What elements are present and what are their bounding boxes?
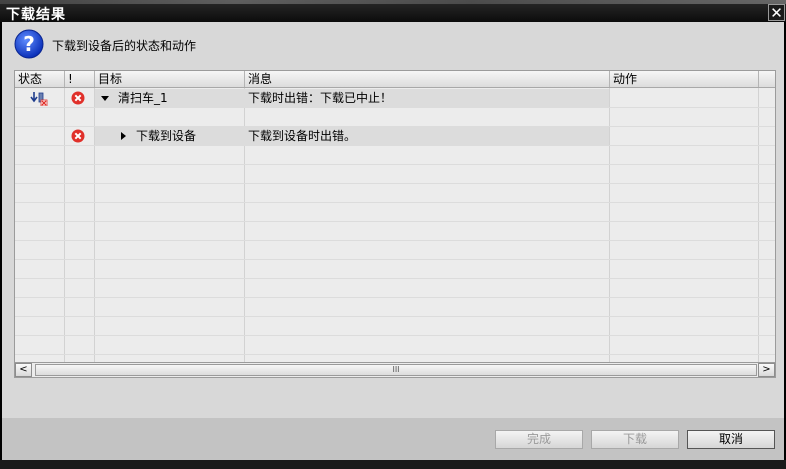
row-message: 下载时出错：下载已中止！ [248,91,393,105]
dialog-footer: 完成 下载 取消 [2,418,784,460]
row-target: 下载到设备 [136,129,197,143]
arrow-left-icon: < [19,364,28,375]
row-divider [15,107,775,108]
row-divider [15,259,775,260]
table-header: 状态 ! 目标 消息 动作 [15,71,775,88]
row-divider [15,240,775,241]
svg-text:?: ? [23,32,35,56]
cancel-button[interactable]: 取消 [687,430,775,449]
column-divider [64,88,65,377]
column-header-action[interactable]: 动作 [610,71,759,87]
window-title: 下载结果 [6,7,66,23]
column-header-severity[interactable]: ! [65,71,95,87]
title-bar-strip [0,0,786,4]
column-header-message[interactable]: 消息 [245,71,610,87]
scroll-left-button[interactable]: < [15,363,32,377]
row-divider [15,335,775,336]
horizontal-scrollbar[interactable]: < III > [14,362,776,378]
scroll-thumb[interactable]: III [35,364,757,376]
row-divider [15,278,775,279]
finish-button[interactable]: 完成 [495,430,583,449]
download-status-icon [30,92,48,106]
download-button[interactable]: 下载 [591,430,679,449]
error-icon [71,91,85,105]
column-divider [609,88,610,377]
question-icon: ? [14,29,44,59]
row-divider [15,202,775,203]
row-divider [15,297,775,298]
error-icon [71,129,85,143]
column-divider [758,88,759,377]
row-divider [15,316,775,317]
row-target: 清扫车_1 [118,91,168,105]
scroll-right-button[interactable]: > [758,363,775,377]
download-result-dialog: ? 下载到设备后的状态和动作 状态 ! 目标 消息 动作 清扫车_1 下载时出错… [2,22,784,460]
row-divider [15,164,775,165]
scroll-grip: III [392,365,400,374]
row-divider [15,145,775,146]
close-button[interactable]: ✕ [768,4,785,21]
row-divider [15,221,775,222]
bottom-bar [0,460,786,469]
title-bar: 下载结果 ✕ [0,0,786,23]
expand-arrow-icon[interactable] [121,132,126,140]
arrow-right-icon: > [762,364,771,375]
column-header-status[interactable]: 状态 [15,71,65,87]
row-divider [15,354,775,355]
header-message: 下载到设备后的状态和动作 [52,39,197,53]
row-divider [15,183,775,184]
close-icon: ✕ [770,4,783,22]
collapse-arrow-icon[interactable] [101,96,109,101]
column-header-target[interactable]: 目标 [95,71,245,87]
dialog-header: ? 下载到设备后的状态和动作 [2,22,784,66]
results-table: 状态 ! 目标 消息 动作 清扫车_1 下载时出错：下载已中止！ 下载到设备 下… [14,70,776,378]
row-message: 下载到设备时出错。 [248,129,357,143]
